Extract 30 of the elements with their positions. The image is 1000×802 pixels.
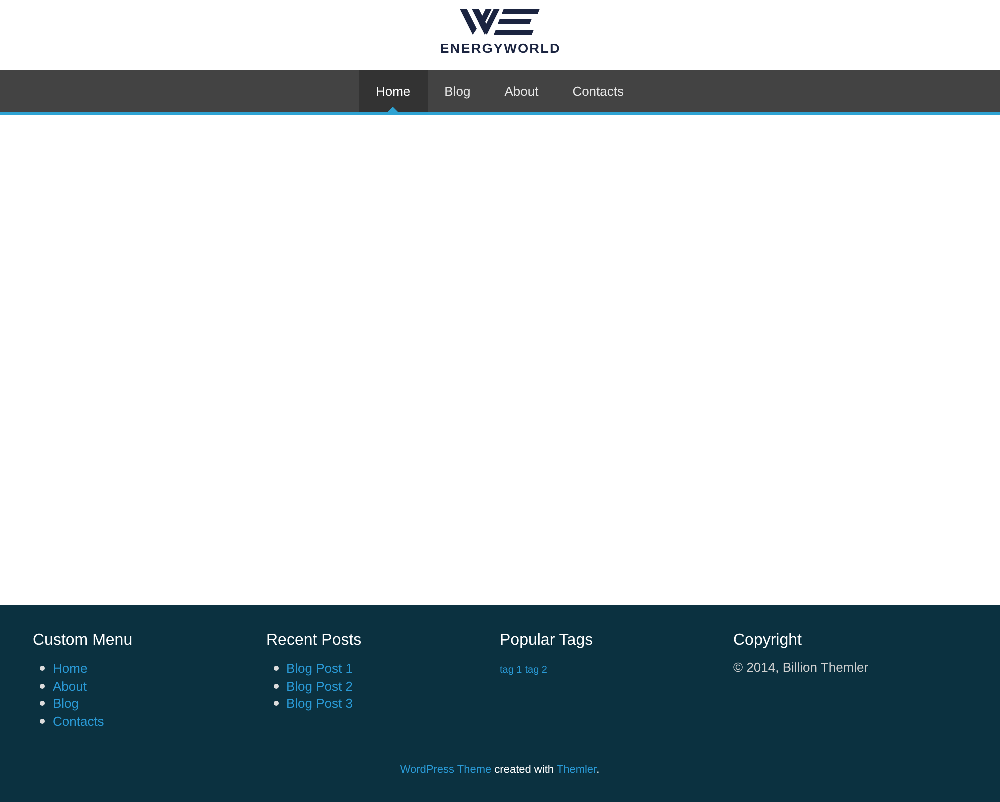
nav-tab[interactable]: Contacts — [556, 70, 641, 112]
logo-text: ENERGYWORLD — [440, 41, 560, 56]
bullet-icon — [274, 701, 278, 706]
bullet-icon — [40, 684, 45, 689]
footer-link[interactable]: Blog Post 1 — [286, 661, 353, 676]
footer-heading: Custom Menu — [33, 632, 134, 650]
bullet-icon — [40, 701, 45, 706]
footer-link[interactable]: Blog Post 3 — [286, 696, 353, 712]
footer-link[interactable]: Home — [53, 661, 88, 676]
copyright-text: © 2014, Billion Themler — [734, 660, 870, 675]
footer-link[interactable]: About — [53, 678, 87, 694]
logo-icon — [460, 9, 540, 35]
footer-heading: Copyright — [734, 632, 803, 650]
footer-link[interactable]: Blog Post 2 — [286, 678, 353, 694]
nav-tab[interactable]: Home — [358, 70, 428, 112]
footer-heading: Recent Posts — [266, 632, 363, 650]
footer-link[interactable]: Contacts — [53, 714, 104, 729]
tag-link[interactable]: tag 1 — [500, 665, 522, 676]
tag-link[interactable]: tag 2 — [525, 665, 548, 676]
bullet-icon — [274, 666, 278, 672]
credit-link[interactable]: Themler — [556, 764, 597, 776]
footer-link[interactable]: Blog — [53, 696, 80, 712]
bullet-icon — [274, 684, 278, 689]
nav-tab[interactable]: Blog — [428, 70, 488, 112]
bullet-icon — [40, 718, 45, 724]
credit-text: WordPress Theme created with Themler. — [399, 764, 601, 776]
footer-heading: Popular Tags — [500, 632, 594, 650]
credit-link[interactable]: WordPress Theme — [400, 764, 492, 776]
bullet-icon — [40, 666, 45, 672]
nav-tab[interactable]: About — [488, 70, 556, 112]
